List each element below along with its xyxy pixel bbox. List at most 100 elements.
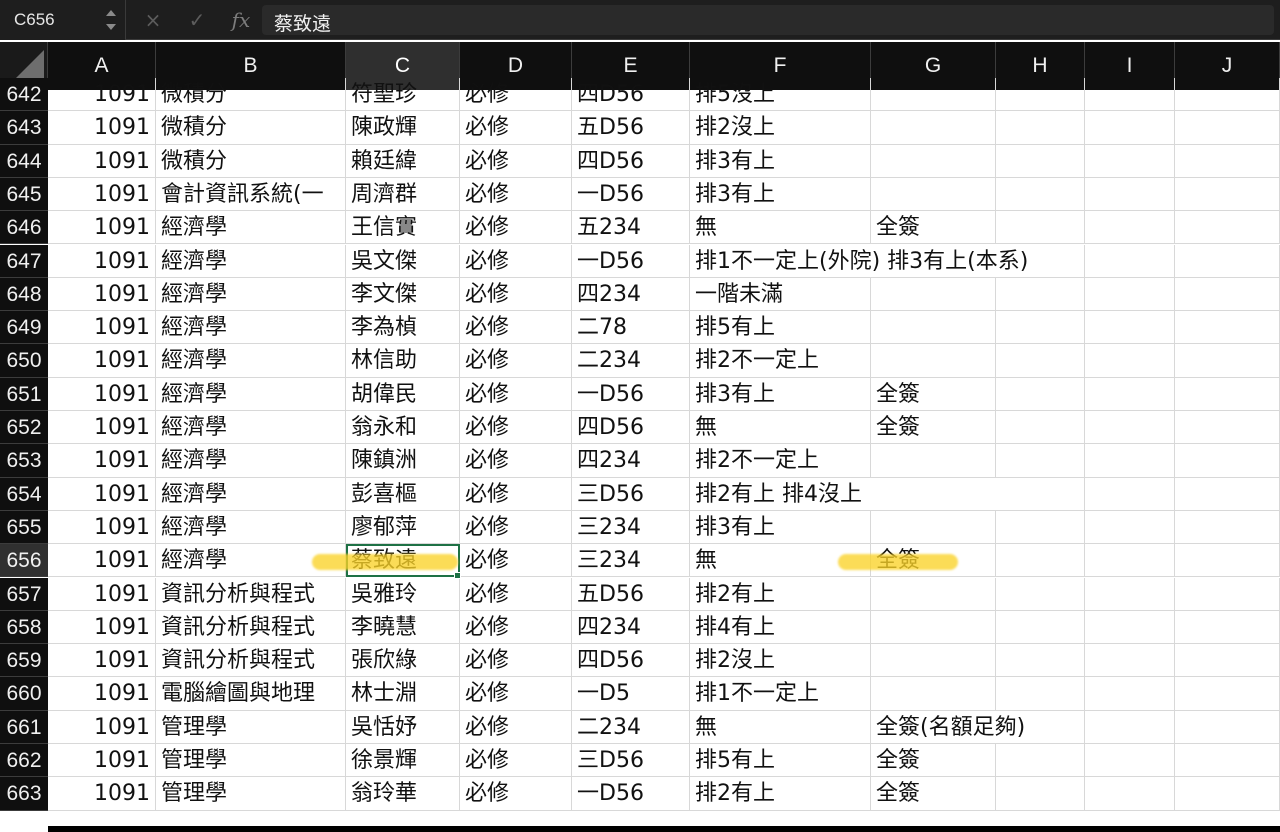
- cell-e-644[interactable]: 四D56: [572, 144, 690, 178]
- cell-f-651[interactable]: 排3有上: [690, 377, 871, 411]
- cell-d-663[interactable]: 必修: [460, 777, 572, 811]
- cell-d-660[interactable]: 必修: [460, 677, 572, 711]
- cell-j-643[interactable]: [1175, 111, 1280, 145]
- cell-i-654[interactable]: [1085, 477, 1175, 511]
- cell-g-642[interactable]: [871, 78, 996, 112]
- cell-e-663[interactable]: 一D56: [572, 777, 690, 811]
- row-header[interactable]: 646: [0, 211, 48, 245]
- cell-j-645[interactable]: [1175, 177, 1280, 212]
- row-header[interactable]: 647: [0, 244, 48, 278]
- cell-a-653[interactable]: 1091: [48, 444, 156, 478]
- cell-a-650[interactable]: 1091: [48, 344, 156, 378]
- cell-i-663[interactable]: [1085, 777, 1175, 811]
- cell-g-661[interactable]: 全簽(名額足夠): [871, 711, 1025, 744]
- cell-c-649[interactable]: 李為楨: [346, 311, 460, 345]
- cell-f-663[interactable]: 排2有上: [690, 777, 871, 811]
- cell-j-650[interactable]: [1175, 344, 1280, 378]
- cell-f-659[interactable]: 排2沒上: [690, 644, 871, 678]
- cell-c-648[interactable]: 李文傑: [346, 277, 460, 312]
- cell-h-653[interactable]: [996, 444, 1085, 478]
- cell-a-645[interactable]: 1091: [48, 177, 156, 212]
- cell-d-648[interactable]: 必修: [460, 277, 572, 312]
- cell-c-661[interactable]: 吳恬妤: [346, 710, 460, 744]
- cell-i-655[interactable]: [1085, 510, 1175, 545]
- cell-d-659[interactable]: 必修: [460, 644, 572, 678]
- cell-j-662[interactable]: [1175, 744, 1280, 778]
- cell-f-643[interactable]: 排2沒上: [690, 111, 871, 145]
- row-header[interactable]: 651: [0, 377, 48, 411]
- name-box[interactable]: C656: [0, 0, 126, 40]
- cell-c-645[interactable]: 周濟群: [346, 177, 460, 212]
- cell-i-644[interactable]: [1085, 144, 1175, 178]
- cell-c-662[interactable]: 徐景輝: [346, 744, 460, 778]
- cell-h-648[interactable]: [996, 277, 1085, 312]
- cell-e-656[interactable]: 三234: [572, 544, 690, 578]
- row-header[interactable]: 643: [0, 111, 48, 145]
- cell-g-658[interactable]: [871, 610, 996, 645]
- cell-d-650[interactable]: 必修: [460, 344, 572, 378]
- row-header[interactable]: 649: [0, 311, 48, 345]
- cell-f-662[interactable]: 排5有上: [690, 744, 871, 778]
- cell-i-653[interactable]: [1085, 444, 1175, 478]
- row-header[interactable]: 642: [0, 78, 48, 112]
- row-header[interactable]: 644: [0, 144, 48, 178]
- cell-d-655[interactable]: 必修: [460, 510, 572, 545]
- cell-j-649[interactable]: [1175, 311, 1280, 345]
- cell-a-643[interactable]: 1091: [48, 111, 156, 145]
- cell-h-654[interactable]: [996, 477, 1085, 511]
- row-header[interactable]: 654: [0, 477, 48, 511]
- horizontal-scrollbar[interactable]: [48, 826, 1280, 832]
- cell-e-661[interactable]: 二234: [572, 710, 690, 744]
- cell-e-654[interactable]: 三D56: [572, 477, 690, 511]
- row-header[interactable]: 652: [0, 411, 48, 445]
- cell-f-653[interactable]: 排2不一定上: [690, 444, 871, 478]
- row-header[interactable]: 660: [0, 677, 48, 711]
- cell-a-651[interactable]: 1091: [48, 377, 156, 411]
- cell-f-644[interactable]: 排3有上: [690, 144, 871, 178]
- cell-g-651[interactable]: 全簽: [871, 377, 996, 411]
- cell-c-657[interactable]: 吳雅玲: [346, 577, 460, 611]
- cell-h-642[interactable]: [996, 78, 1085, 112]
- cell-h-649[interactable]: [996, 311, 1085, 345]
- name-box-value[interactable]: C656: [14, 10, 55, 30]
- cell-a-658[interactable]: 1091: [48, 610, 156, 645]
- cell-h-650[interactable]: [996, 344, 1085, 378]
- cell-a-660[interactable]: 1091: [48, 677, 156, 711]
- cell-i-649[interactable]: [1085, 311, 1175, 345]
- cell-h-644[interactable]: [996, 144, 1085, 178]
- spreadsheet-grid[interactable]: ABCDEFGHIJ 642 1091 微積分 符聖珍 必修 四D56 排5沒上 643 109…: [0, 42, 1280, 832]
- cell-i-659[interactable]: [1085, 644, 1175, 678]
- cell-h-645[interactable]: [996, 177, 1085, 212]
- cell-c-653[interactable]: 陳鎮洲: [346, 444, 460, 478]
- cell-d-662[interactable]: 必修: [460, 744, 572, 778]
- cell-i-662[interactable]: [1085, 744, 1175, 778]
- cell-c-646[interactable]: 王信實: [346, 211, 460, 245]
- cell-e-648[interactable]: 四234: [572, 277, 690, 312]
- cell-c-650[interactable]: 林信助: [346, 344, 460, 378]
- cell-h-660[interactable]: [996, 677, 1085, 711]
- cell-e-651[interactable]: 一D56: [572, 377, 690, 411]
- cell-h-656[interactable]: [996, 544, 1085, 578]
- cell-d-657[interactable]: 必修: [460, 577, 572, 611]
- cell-a-654[interactable]: 1091: [48, 477, 156, 511]
- cell-c-644[interactable]: 賴廷緯: [346, 144, 460, 178]
- cell-c-651[interactable]: 胡偉民: [346, 377, 460, 411]
- cell-c-642[interactable]: 符聖珍: [346, 78, 460, 112]
- cell-g-657[interactable]: [871, 577, 996, 611]
- cell-g-662[interactable]: 全簽: [871, 744, 996, 778]
- row-header[interactable]: 655: [0, 510, 48, 545]
- cell-c-643[interactable]: 陳政輝: [346, 111, 460, 145]
- cell-e-662[interactable]: 三D56: [572, 744, 690, 778]
- row-header[interactable]: 658: [0, 610, 48, 645]
- cell-b-660[interactable]: 電腦繪圖與地理: [156, 677, 346, 711]
- cell-h-659[interactable]: [996, 644, 1085, 678]
- cell-c-647[interactable]: 吳文傑: [346, 244, 460, 278]
- cell-f-647[interactable]: 排1不一定上(外院) 排3有上(本系): [690, 245, 1028, 278]
- cell-h-652[interactable]: [996, 411, 1085, 445]
- cell-i-646[interactable]: [1085, 211, 1175, 245]
- cell-d-652[interactable]: 必修: [460, 411, 572, 445]
- cell-b-652[interactable]: 經濟學: [156, 411, 346, 445]
- cell-b-654[interactable]: 經濟學: [156, 477, 346, 511]
- cell-d-661[interactable]: 必修: [460, 710, 572, 744]
- cell-b-658[interactable]: 資訊分析與程式: [156, 610, 346, 645]
